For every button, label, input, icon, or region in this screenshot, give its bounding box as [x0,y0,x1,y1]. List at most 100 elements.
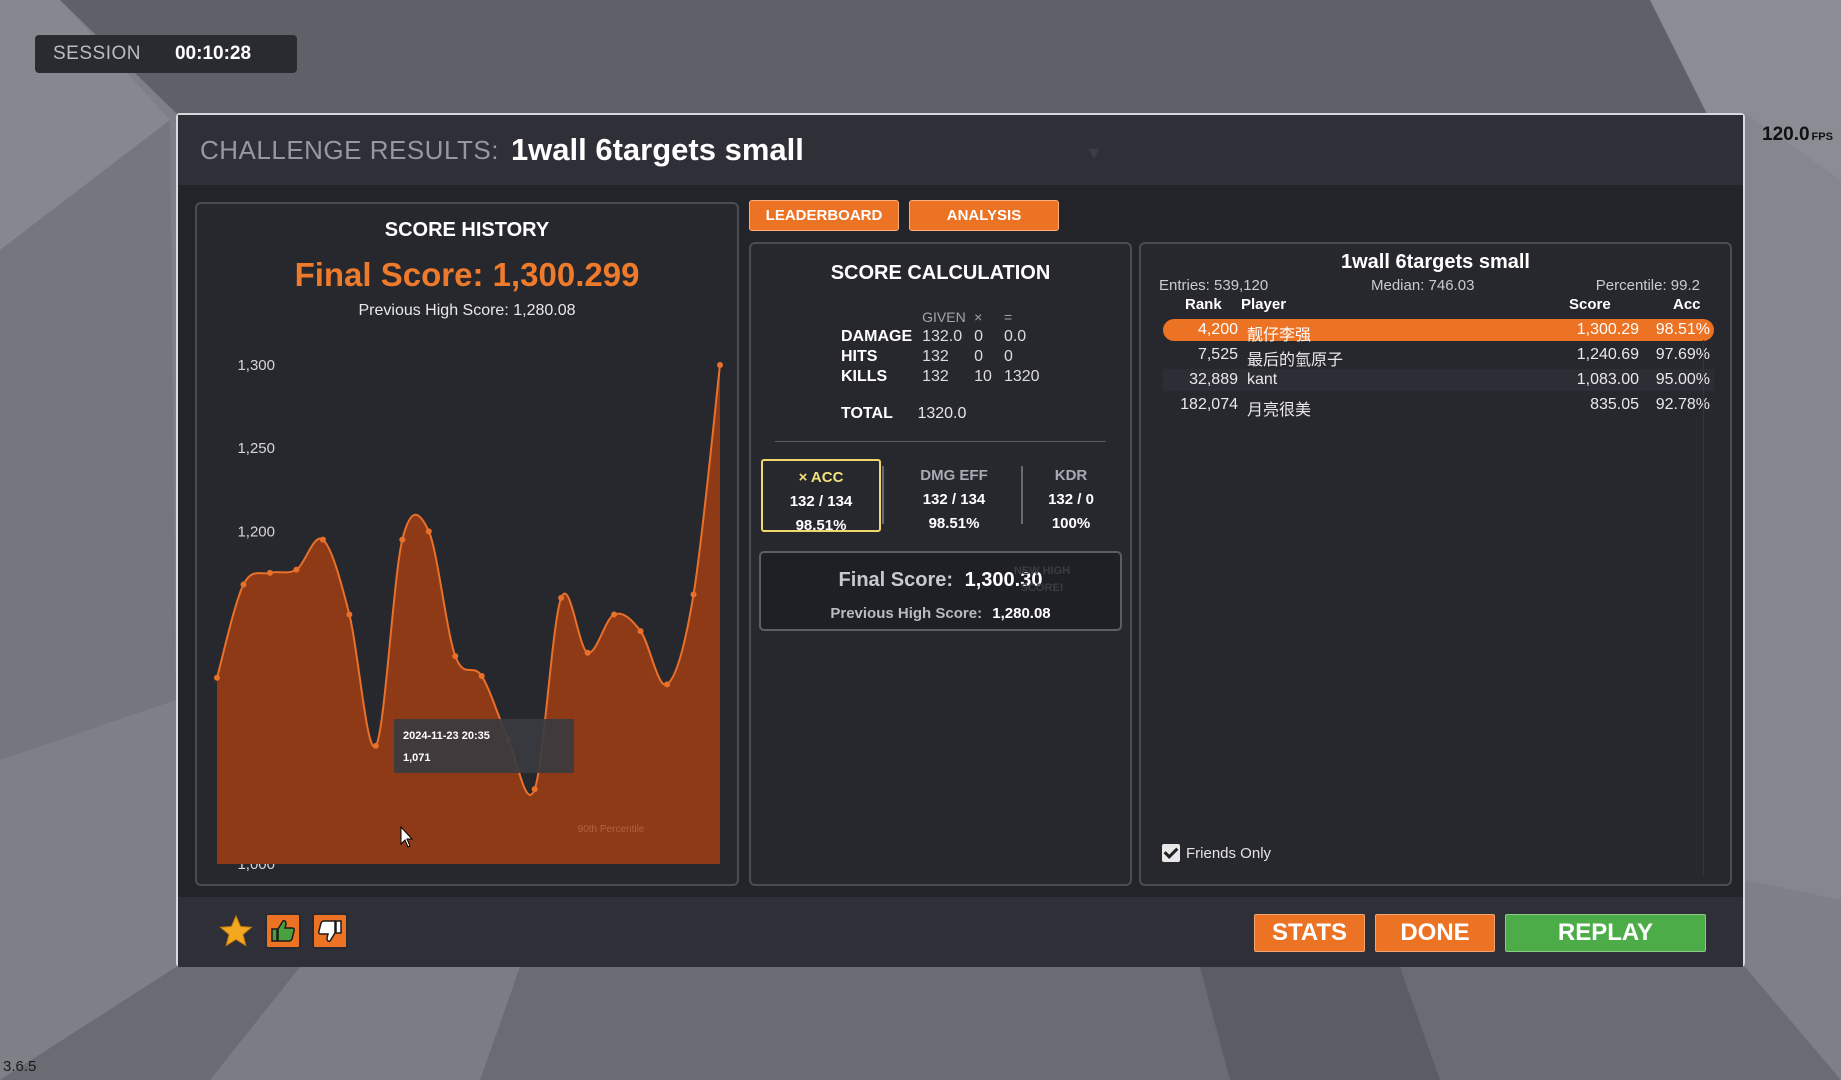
total-label: TOTAL [841,405,893,422]
score-point[interactable] [558,594,565,601]
session-timer: SESSION 00:10:28 [35,35,297,73]
fps-counter: 120.0 FPS [1762,124,1833,146]
friends-only-checkbox[interactable] [1162,844,1180,862]
row-mult: 0 [974,328,984,345]
kdr-percent: 100% [1051,515,1091,532]
row-mult: 0 [974,348,984,365]
leaderboard-panel: 1wall 6targets small Entries: 539,120 Me… [1139,242,1732,886]
percentile-label: 90th Percentile [578,824,645,835]
accuracy-label: × ACC [798,469,844,486]
score-point[interactable] [531,786,538,793]
score-history-chart[interactable]: 1,0001,0501,1001,1501,2001,2501,300 90th… [197,204,741,888]
tooltip-value: 1,071 [403,752,431,764]
score-calculation-table: GIVEN × = DAMAGE 132.0 0 0.0 HITS 132 0 … [841,307,1052,387]
score-point[interactable] [372,742,379,749]
previous-high-label: Previous High Score: [830,605,983,622]
row-player: 月亮很美 [1247,402,1312,419]
leaderboard-row[interactable]: 182,074 月亮很美 835.05 92.78% [1163,394,1714,419]
tooltip-date: 2024-11-23 20:35 [403,730,490,742]
damage-efficiency-ratio: 132 / 134 [922,491,986,508]
new-high-score-badge: NEW HIGH SCORE! [1013,565,1071,594]
chart-tooltip: 2024-11-23 20:35 1,071 [394,719,574,773]
score-point[interactable] [399,536,406,543]
score-point[interactable] [266,569,273,576]
thumbs-down-icon[interactable] [312,913,348,949]
friends-only-toggle[interactable]: Friends Only [1162,844,1271,862]
session-label: SESSION [53,43,141,64]
score-point[interactable] [717,362,723,368]
leaderboard-header: Rank Player Score Acc [1141,296,1730,316]
score-point[interactable] [319,536,326,543]
score-point[interactable] [240,581,247,588]
score-point[interactable] [293,566,300,573]
score-area [217,365,720,864]
star-icon[interactable] [218,913,254,949]
col-rank: Rank [1185,296,1222,313]
score-point[interactable] [690,591,697,598]
table-row: HITS 132 0 0 [841,347,1052,367]
final-score-box: Final Score: 1,300.30 Previous High Scor… [759,551,1122,631]
friends-only-label: Friends Only [1186,844,1272,862]
leaderboard-scrollbar[interactable] [1703,340,1704,875]
row-result: 0 [1003,348,1013,365]
row-result: 1320 [1003,368,1040,385]
leaderboard-row[interactable]: 32,889 kant 1,083.00 95.00% [1163,369,1714,391]
kdr-metric[interactable]: KDR 132 / 0 100% [1011,459,1131,532]
tooltip-box [394,719,574,773]
thumbs-up-icon[interactable] [265,913,301,949]
row-rank: 7,525 [1197,346,1238,363]
scenario-name: 1wall 6targets small [510,132,804,167]
accuracy-ratio: 132 / 134 [789,493,853,510]
fps-unit: FPS [1811,131,1833,143]
divider [775,441,1106,442]
score-point[interactable] [452,653,459,660]
row-score: 1,300.29 [1576,321,1639,338]
replay-button[interactable]: REPLAY [1505,914,1706,952]
final-score-label: Final Score: [838,569,954,591]
row-acc: 92.78% [1655,396,1710,413]
score-calculation-title: SCORE CALCULATION [830,262,1051,284]
accuracy-metric[interactable]: × ACC 132 / 134 98.51% [761,459,881,534]
row-score: 835.05 [1590,396,1639,413]
done-button[interactable]: DONE [1375,914,1495,952]
score-point[interactable] [478,673,485,680]
leaderboard-row-self[interactable]: 4,200 靓仔李强 1,300.29 98.51% [1163,319,1714,344]
session-time: 00:10:28 [174,43,252,64]
title-bar: CHALLENGE RESULTS: 1wall 6targets small … [178,115,1743,185]
kdr-ratio: 132 / 0 [1048,491,1094,508]
title-label: CHALLENGE RESULTS: [200,134,499,165]
leaderboard-median: Median: 746.03 [1371,277,1475,294]
score-point[interactable] [664,681,671,688]
table-header: GIVEN × = [841,307,1052,327]
row-label: KILLS [841,368,888,385]
row-mult: 10 [974,368,992,385]
score-point[interactable] [584,649,591,656]
stats-button[interactable]: STATS [1254,914,1365,952]
score-point[interactable] [637,628,644,635]
leaderboard-row[interactable]: 7,525 最后的氫原子 1,240.69 97.69% [1163,344,1714,369]
table-row: DAMAGE 132.0 0 0.0 [841,327,1052,347]
score-point[interactable] [346,611,353,618]
row-score: 1,083.00 [1576,371,1639,388]
y-tick-label: 1,200 [237,523,275,540]
leaderboard-title: 1wall 6targets small [1341,251,1530,273]
challenge-results-dialog: CHALLENGE RESULTS: 1wall 6targets small … [176,113,1745,967]
header-multiplier: × [974,309,983,325]
total-row: TOTAL 1320.0 [841,405,966,423]
row-given: 132 [922,348,949,365]
header-result: = [1003,309,1013,325]
y-tick-label: 1,300 [237,357,275,374]
score-point[interactable] [425,528,432,535]
damage-efficiency-metric[interactable]: DMG EFF 132 / 134 98.51% [894,459,1014,532]
tab-leaderboard[interactable]: LEADERBOARD [749,200,899,231]
previous-high-value: 1,280.08 [992,605,1051,622]
col-score: Score [1569,296,1611,313]
tab-analysis[interactable]: ANALYSIS [909,200,1059,231]
leaderboard-percentile: Percentile: 99.2 [1595,277,1700,294]
score-point[interactable] [611,611,618,618]
score-history-panel: SCORE HISTORY Final Score: 1,300.299 Pre… [195,202,739,886]
chevron-down-icon[interactable]: ▼ [1085,143,1103,164]
leaderboard-entries: Entries: 539,120 [1159,277,1269,294]
row-label: DAMAGE [841,328,913,345]
score-point[interactable] [214,674,220,681]
